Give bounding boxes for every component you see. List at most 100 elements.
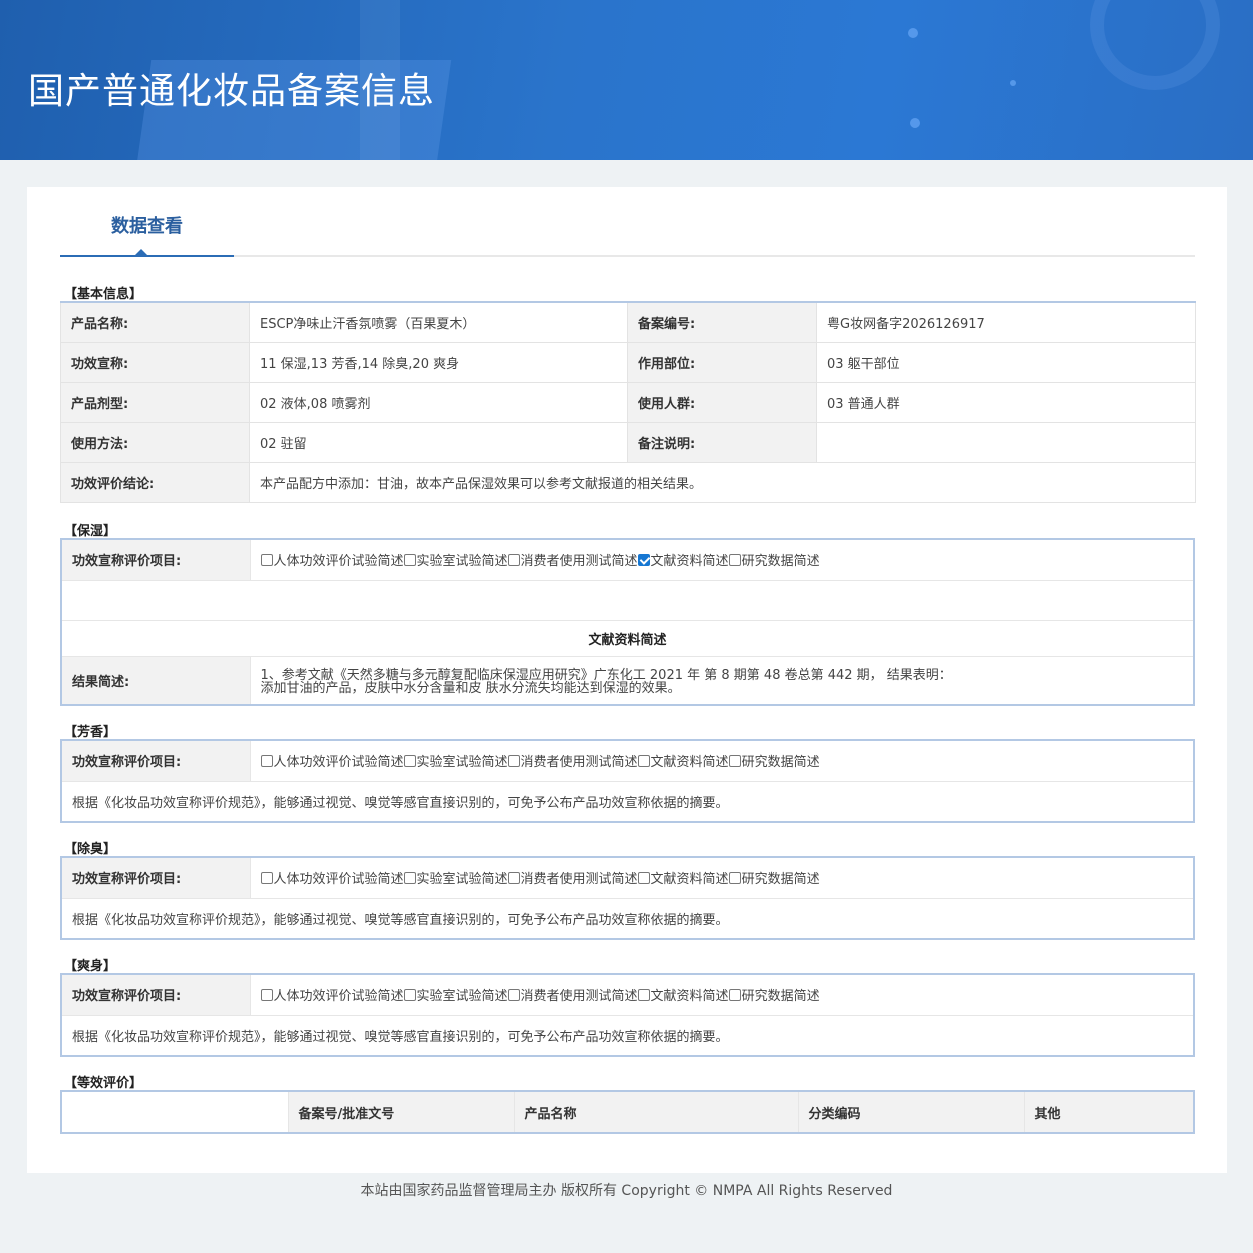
checkbox-label: 研究数据简述	[741, 872, 820, 888]
checkbox-label: 实验室试验简述	[416, 989, 508, 1005]
tab-active-caret-icon	[135, 249, 147, 255]
section-title-moisturizing: 【保湿】	[64, 524, 117, 539]
checkbox-human-test[interactable]	[260, 989, 273, 1002]
result-line: 添加甘油的产品，皮肤中水分含量和皮 肤水分流失均能达到保湿的效果。	[260, 681, 681, 697]
value-result-summary: 1、参考文献《天然多糖与多元醇复配临床保湿应用研究》广东化工 2021 年 第 …	[249, 655, 1193, 704]
table-header-row: 备案号/批准文号 产品名称 分类编码 其他	[62, 1092, 1193, 1132]
value-target-users: 03 普通人群	[816, 381, 1196, 423]
column-header-filing-number: 备案号/批准文号	[287, 1092, 515, 1132]
label-efficacy-conclusion: 功效评价结论:	[60, 461, 250, 503]
checkbox-human-test[interactable]	[260, 872, 273, 885]
tab-label: 数据查看	[111, 216, 183, 237]
checkbox-label: 实验室试验简述	[416, 554, 508, 570]
checkbox-consumer-test[interactable]	[507, 554, 520, 567]
checkbox-consumer-test[interactable]	[507, 872, 520, 885]
table-row: 使用方法: 02 驻留 备注说明:	[60, 421, 1196, 463]
table-row: 功效宣称评价项目: 人体功效评价试验简述 实验室试验简述 消费者使用测试简述 文献资料…	[62, 858, 1193, 899]
section-title-deodorant: 【除臭】	[64, 842, 117, 857]
checkbox-label: 消费者使用测试简述	[520, 554, 638, 570]
literature-subheader: 文献资料简述	[62, 619, 1193, 657]
value-usage-method: 02 驻留	[249, 421, 628, 463]
tab-bar: 数据查看	[60, 209, 1195, 257]
checkbox-consumer-test[interactable]	[507, 755, 520, 768]
label-efficacy-claim: 功效宣称:	[60, 341, 250, 383]
moisturizing-box: 功效宣称评价项目: 人体功效评价试验简述 实验室试验简述 消费者使用测试简述 文献资料…	[60, 538, 1195, 706]
checkbox-research-data[interactable]	[728, 554, 741, 567]
checkbox-research-data[interactable]	[728, 872, 741, 885]
table-row: 根据《化妆品功效宣称评价规范》，能够通过视觉、嗅觉等感官直接识别的，可免予公布产…	[62, 780, 1193, 821]
exemption-note: 根据《化妆品功效宣称评价规范》，能够通过视觉、嗅觉等感官直接识别的，可免予公布产…	[62, 1014, 1193, 1055]
checkbox-literature[interactable]	[637, 872, 650, 885]
checkbox-lab-test[interactable]	[403, 554, 416, 567]
checkbox-label: 文献资料简述	[650, 989, 729, 1005]
evaluation-checkboxes: 人体功效评价试验简述 实验室试验简述 消费者使用测试简述 文献资料简述 研究数据简述	[249, 975, 1193, 1016]
checkbox-label: 人体功效评价试验简述	[273, 755, 404, 771]
table-row: 功效宣称评价项目: 人体功效评价试验简述 实验室试验简述 消费者使用测试简述 文献资料…	[62, 975, 1193, 1016]
value-dosage-form: 02 液体,08 喷雾剂	[249, 381, 628, 423]
column-header-other: 其他	[1023, 1092, 1193, 1132]
label-evaluation-items: 功效宣称评价项目:	[62, 741, 251, 782]
evaluation-checkboxes: 人体功效评价试验简述 实验室试验简述 消费者使用测试简述 文献资料简述 研究数据简述	[249, 858, 1193, 899]
checkbox-research-data[interactable]	[728, 989, 741, 1002]
checkbox-lab-test[interactable]	[403, 755, 416, 768]
column-header-category-code: 分类编码	[797, 1092, 1025, 1132]
table-row: 根据《化妆品功效宣称评价规范》，能够通过视觉、嗅觉等感官直接识别的，可免予公布产…	[62, 1014, 1193, 1055]
label-target-users: 使用人群:	[627, 381, 817, 423]
exemption-note: 根据《化妆品功效宣称评价规范》，能够通过视觉、嗅觉等感官直接识别的，可免予公布产…	[62, 897, 1193, 938]
section-title-basic: 【基本信息】	[64, 287, 143, 302]
basic-info-table: 产品名称: ESCP净味止汗香氛喷雾（百果夏木） 备案编号: 粤G妆网备字202…	[60, 301, 1196, 503]
equivalence-box: 备案号/批准文号 产品名称 分类编码 其他	[60, 1090, 1195, 1134]
label-usage-method: 使用方法:	[60, 421, 250, 463]
checkbox-literature[interactable]	[637, 755, 650, 768]
deodorant-table: 功效宣称评价项目: 人体功效评价试验简述 实验室试验简述 消费者使用测试简述 文献资料…	[62, 858, 1193, 938]
checkbox-label: 研究数据简述	[741, 554, 820, 570]
checkbox-research-data[interactable]	[728, 755, 741, 768]
section-title-fragrance: 【芳香】	[64, 725, 117, 740]
checkbox-human-test[interactable]	[260, 755, 273, 768]
tab-data-view[interactable]: 数据查看	[60, 209, 234, 257]
value-remarks	[816, 421, 1196, 463]
checkbox-label: 实验室试验简述	[416, 755, 508, 771]
deodorant-box: 功效宣称评价项目: 人体功效评价试验简述 实验室试验简述 消费者使用测试简述 文献资料…	[60, 856, 1195, 940]
checkbox-label: 实验室试验简述	[416, 872, 508, 888]
banner-decoration	[910, 118, 920, 128]
table-row-empty	[62, 579, 1193, 621]
table-row: 功效宣称: 11 保湿,13 芳香,14 除臭,20 爽身 作用部位: 03 躯…	[60, 341, 1196, 383]
checkbox-literature[interactable]	[637, 554, 650, 567]
checkbox-lab-test[interactable]	[403, 872, 416, 885]
evaluation-checkboxes: 人体功效评价试验简述 实验室试验简述 消费者使用测试简述 文献资料简述 研究数据简述	[249, 540, 1193, 581]
value-efficacy-conclusion: 本产品配方中添加：甘油，故本产品保湿效果可以参考文献报道的相关结果。	[249, 461, 1196, 503]
checkbox-lab-test[interactable]	[403, 989, 416, 1002]
table-row: 产品名称: ESCP净味止汗香氛喷雾（百果夏木） 备案编号: 粤G妆网备字202…	[60, 301, 1196, 343]
checkbox-label: 人体功效评价试验简述	[273, 554, 404, 570]
banner-decoration	[1090, 0, 1220, 90]
table-row: 产品剂型: 02 液体,08 喷雾剂 使用人群: 03 普通人群	[60, 381, 1196, 423]
value-product-name: ESCP净味止汗香氛喷雾（百果夏木）	[249, 301, 628, 343]
table-row: 功效评价结论: 本产品配方中添加：甘油，故本产品保湿效果可以参考文献报道的相关结…	[60, 461, 1196, 503]
equivalence-table: 备案号/批准文号 产品名称 分类编码 其他	[62, 1092, 1193, 1132]
table-row: 功效宣称评价项目: 人体功效评价试验简述 实验室试验简述 消费者使用测试简述 文献资料…	[62, 741, 1193, 782]
value-application-area: 03 躯干部位	[816, 341, 1196, 383]
label-evaluation-items: 功效宣称评价项目:	[62, 540, 251, 581]
value-filing-number: 粤G妆网备字2026126917	[816, 301, 1196, 343]
checkbox-label: 消费者使用测试简述	[520, 755, 638, 771]
checkbox-label: 消费者使用测试简述	[520, 989, 638, 1005]
evaluation-checkboxes: 人体功效评价试验简述 实验室试验简述 消费者使用测试简述 文献资料简述 研究数据简述	[249, 741, 1193, 782]
refreshing-table: 功效宣称评价项目: 人体功效评价试验简述 实验室试验简述 消费者使用测试简述 文献资料…	[62, 975, 1193, 1055]
checkbox-literature[interactable]	[637, 989, 650, 1002]
label-evaluation-items: 功效宣称评价项目:	[62, 858, 251, 899]
checkbox-consumer-test[interactable]	[507, 989, 520, 1002]
fragrance-box: 功效宣称评价项目: 人体功效评价试验简述 实验室试验简述 消费者使用测试简述 文献资料…	[60, 739, 1195, 823]
checkbox-human-test[interactable]	[260, 554, 273, 567]
checkbox-label: 文献资料简述	[650, 755, 729, 771]
checkbox-label: 人体功效评价试验简述	[273, 872, 404, 888]
column-header-product-name: 产品名称	[513, 1092, 799, 1132]
section-title-refreshing: 【爽身】	[64, 959, 117, 974]
table-row: 结果简述: 1、参考文献《天然多糖与多元醇复配临床保湿应用研究》广东化工 202…	[62, 655, 1193, 704]
checkbox-label: 人体功效评价试验简述	[273, 989, 404, 1005]
banner-decoration	[908, 28, 918, 38]
refreshing-box: 功效宣称评价项目: 人体功效评价试验简述 实验室试验简述 消费者使用测试简述 文献资料…	[60, 973, 1195, 1057]
content-card: 数据查看 【基本信息】 产品名称: ESCP净味止汗香氛喷雾（百果夏木） 备案编…	[27, 187, 1227, 1173]
value-efficacy-claim: 11 保湿,13 芳香,14 除臭,20 爽身	[249, 341, 628, 383]
exemption-note: 根据《化妆品功效宣称评价规范》，能够通过视觉、嗅觉等感官直接识别的，可免予公布产…	[62, 780, 1193, 821]
